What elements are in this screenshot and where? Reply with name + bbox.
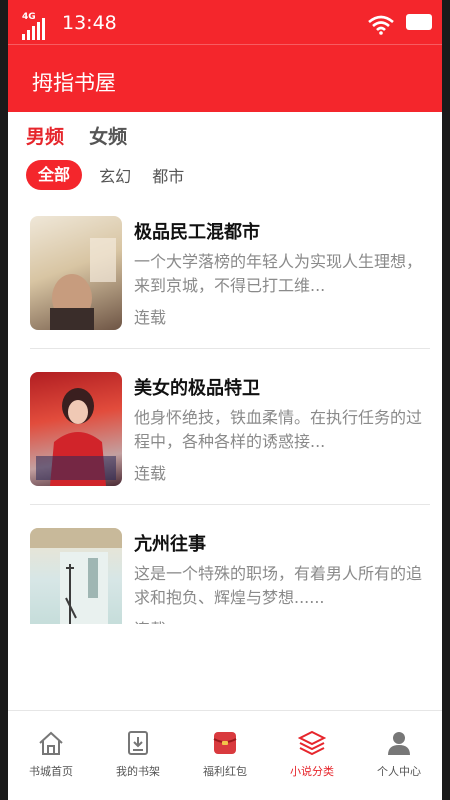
wifi-icon <box>368 15 394 35</box>
nav-profile-label: 个人中心 <box>377 765 421 778</box>
category-chip-fantasy[interactable]: 玄幻 <box>99 163 131 187</box>
battery-icon <box>406 14 432 30</box>
nav-home[interactable]: 书城首页 <box>8 729 94 789</box>
cellular-signal-icon: 4G <box>22 12 48 40</box>
nav-profile[interactable]: 个人中心 <box>356 729 442 789</box>
book-status: 连载 <box>134 464 167 483</box>
book-item[interactable]: 亢州往事 这是一个特殊的职场，有着男人所有的追求和抱负、辉煌与梦想...... … <box>8 518 442 624</box>
app-header: 拇指书屋 <box>8 44 442 112</box>
book-cover[interactable] <box>30 216 122 330</box>
network-type-label: 4G <box>22 12 36 22</box>
bottom-navigation: 书城首页 我的书架 福利红包 小说分类 个人中心 <box>8 710 442 800</box>
book-status: 连载 <box>134 308 167 327</box>
category-chip-all[interactable]: 全部 <box>26 160 83 190</box>
gender-tabs: 男频 女频 <box>26 122 147 150</box>
status-bar: 4G 13:48 <box>8 0 442 44</box>
home-icon <box>39 731 63 755</box>
book-title[interactable]: 极品民工混都市 <box>134 218 260 244</box>
book-cover[interactable] <box>30 372 122 486</box>
book-list: 极品民工混都市 一个大学落榜的年轻人为实现人生理想，来到京城，不得已打工维...… <box>8 206 442 624</box>
red-envelope-icon <box>213 732 237 754</box>
nav-bookshelf[interactable]: 我的书架 <box>95 729 181 789</box>
divider <box>30 348 430 349</box>
nav-category-label: 小说分类 <box>290 765 334 778</box>
book-status: 连载 <box>134 616 166 624</box>
book-description: 一个大学落榜的年轻人为实现人生理想，来到京城，不得已打工维... <box>134 252 423 295</box>
book-item[interactable]: 美女的极品特卫 他身怀绝技，铁血柔情。在执行任务的过程中，各种各样的诱惑接...… <box>8 362 442 518</box>
profile-icon <box>388 732 410 755</box>
bookshelf-icon <box>128 731 148 755</box>
book-description: 这是一个特殊的职场，有着男人所有的追求和抱负、辉煌与梦想...... <box>134 564 423 607</box>
status-time: 13:48 <box>62 12 117 34</box>
book-title[interactable]: 亢州往事 <box>134 530 206 556</box>
nav-red-envelope-label: 福利红包 <box>203 765 247 778</box>
nav-category[interactable]: 小说分类 <box>269 729 355 789</box>
book-description: 他身怀绝技，铁血柔情。在执行任务的过程中，各种各样的诱惑接... <box>134 408 423 451</box>
book-cover[interactable] <box>30 528 122 624</box>
book-cover-art <box>50 238 116 330</box>
book-title[interactable]: 美女的极品特卫 <box>134 374 260 400</box>
app-screen: 4G 13:48 拇指书屋 男频 女频 全部 玄幻 都市 极品民工混都市 一个大… <box>8 0 442 800</box>
book-cover-art <box>30 528 122 624</box>
category-layers-icon <box>298 730 326 756</box>
app-title: 拇指书屋 <box>32 71 116 95</box>
category-chip-urban[interactable]: 都市 <box>152 163 184 187</box>
nav-red-envelope[interactable]: 福利红包 <box>182 729 268 789</box>
nav-home-label: 书城首页 <box>29 765 73 778</box>
divider <box>30 504 430 505</box>
nav-bookshelf-label: 我的书架 <box>116 765 160 778</box>
tab-male[interactable]: 男频 <box>26 122 64 149</box>
book-item[interactable]: 极品民工混都市 一个大学落榜的年轻人为实现人生理想，来到京城，不得已打工维...… <box>8 206 442 362</box>
book-cover-art <box>36 388 116 486</box>
tab-female[interactable]: 女频 <box>89 122 127 149</box>
category-filter: 全部 玄幻 都市 <box>26 160 200 190</box>
